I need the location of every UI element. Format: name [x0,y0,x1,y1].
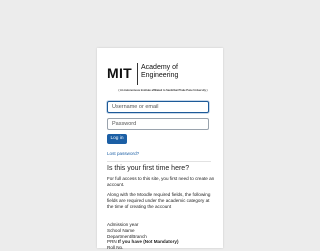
field-roll-no: Roll No. [107,245,124,251]
password-input[interactable] [107,118,209,130]
first-time-intro: For full access to this site, you first … [107,176,215,187]
logo-divider [137,63,138,85]
logo-name-line1: Academy of [141,64,178,71]
prn-note: If you have (Not Mandatory) [117,239,179,245]
required-fields-list: Admission year School Name Department/Br… [107,222,217,251]
username-input[interactable] [107,101,209,113]
lost-password-link[interactable]: Lost password? [107,151,139,156]
logo-name-line2: Engineering [141,72,179,79]
first-time-heading: Is this your first time here? [107,165,190,172]
institute-logo: MIT Academy of Engineering ( An Autonomo… [107,62,217,102]
logo-academy-name: Academy of Engineering [141,64,178,80]
divider [107,161,211,162]
logo-tagline: ( An Autonomous Institute affiliated to … [118,89,208,92]
login-button[interactable]: Log in [107,134,127,144]
prn-label: PRN [107,239,118,245]
login-card: MIT Academy of Engineering ( An Autonomo… [97,48,223,251]
logo-mit-text: MIT [107,65,133,81]
required-fields-text: Along with the Moodle required fields, t… [107,192,211,209]
